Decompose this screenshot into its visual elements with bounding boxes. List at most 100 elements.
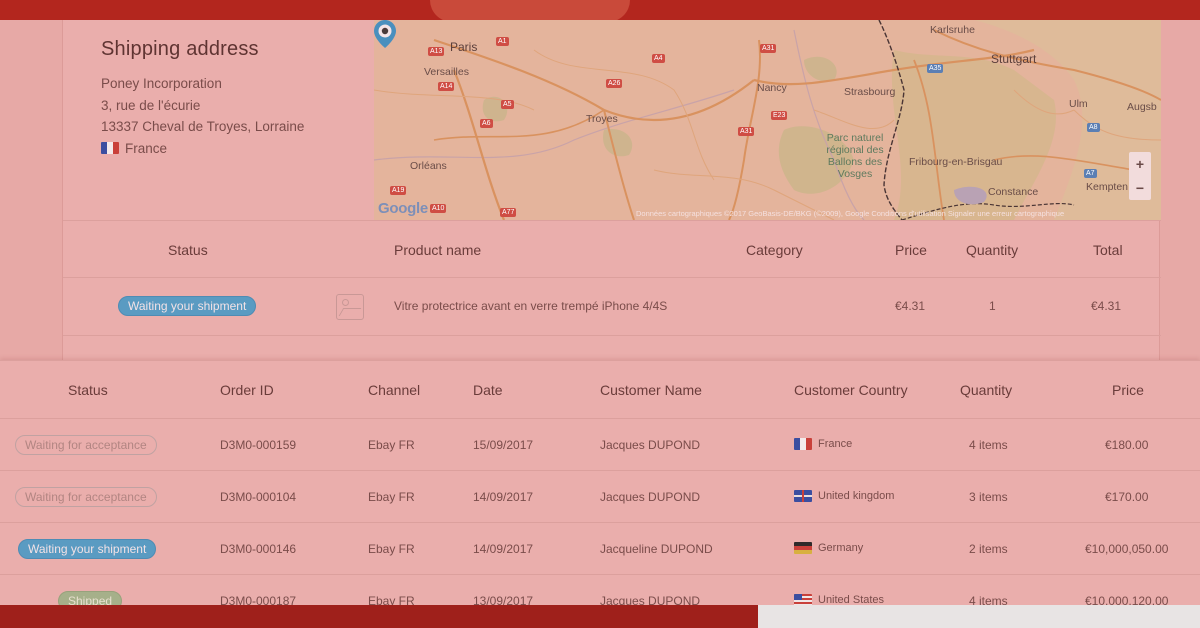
road-badge: A31 [738, 127, 755, 136]
product-price: €4.31 [895, 299, 926, 313]
france-flag-icon [794, 438, 812, 450]
map-label-constance: Constance [988, 186, 1039, 198]
product-table-header: Status Product name Category Price Quant… [63, 220, 1161, 278]
road-badge: A31 [760, 44, 777, 53]
order-quantity: 4 items [969, 438, 1008, 452]
table-row[interactable]: Waiting your shipment Vitre protectrice … [63, 278, 1161, 336]
address-street: 3, rue de l'écurie [101, 97, 201, 113]
road-badge: A7 [1084, 169, 1097, 178]
order-date: 14/09/2017 [473, 542, 534, 556]
order-quantity: 3 items [969, 490, 1008, 504]
order-price: €170.00 [1105, 490, 1149, 504]
table-row[interactable]: Shipped D3M0-000187 Ebay FR 13/09/2017 J… [0, 575, 1200, 605]
customer-country: France [794, 438, 852, 450]
shipping-address-title: Shipping address [101, 38, 259, 60]
col-status[interactable]: Status [168, 242, 208, 258]
status-badge: Waiting your shipment [118, 296, 257, 316]
table-row[interactable]: Waiting your shipment D3M0-000146 Ebay F… [0, 523, 1200, 575]
road-badge: A6 [480, 119, 493, 128]
address-city: 13337 Cheval de Troyes, Lorraine [101, 119, 305, 134]
map-label-paris: Paris [450, 40, 478, 54]
country-label: Germany [818, 542, 864, 554]
customer-name: Jacques DUPOND [600, 594, 701, 605]
map-label-orleans: Orléans [410, 160, 447, 172]
col-category[interactable]: Category [746, 242, 803, 258]
table-row[interactable]: Waiting for acceptance D3M0-000104 Ebay … [0, 471, 1200, 523]
customer-country: Germany [794, 542, 863, 554]
background-shape [430, 0, 630, 22]
order-id[interactable]: D3M0-000104 [220, 490, 296, 504]
background-top [0, 0, 1200, 22]
road-badge: E23 [771, 111, 788, 120]
table-row[interactable]: Waiting for acceptance D3M0-000159 Ebay … [0, 419, 1200, 471]
united-states-flag-icon [794, 594, 812, 605]
road-badge: A8 [1087, 123, 1100, 132]
shipping-address-block: Shipping address Poney Incorporation 3, … [101, 38, 371, 159]
col-price[interactable]: Price [895, 242, 927, 258]
product-name: Vitre protectrice avant en verre trempé … [394, 299, 668, 313]
order-date: 13/09/2017 [473, 594, 534, 605]
col-price[interactable]: Price [1112, 382, 1144, 398]
order-detail-card: Shipping address Poney Incorporation 3, … [62, 20, 1161, 360]
background-light-area [758, 604, 1200, 628]
order-channel: Ebay FR [368, 490, 415, 504]
order-id[interactable]: D3M0-000159 [220, 438, 296, 452]
france-flag-icon [101, 142, 119, 155]
road-badge: A4 [652, 54, 665, 63]
map-label-stuttgart: Stuttgart [991, 52, 1037, 66]
order-id[interactable]: D3M0-000187 [220, 594, 296, 605]
road-badge: A13 [428, 47, 445, 56]
orders-table: Status Order ID Channel Date Customer Na… [0, 360, 1200, 605]
status-badge: Waiting for acceptance [15, 487, 157, 507]
map-label-nancy: Nancy [757, 82, 787, 94]
map-label-versailles: Versailles [424, 66, 469, 78]
map-label-augsburg: Augsb [1127, 101, 1157, 113]
col-status[interactable]: Status [68, 382, 108, 398]
col-channel[interactable]: Channel [368, 382, 420, 398]
country-label: United kingdom [818, 490, 895, 502]
united-kingdom-flag-icon [794, 490, 812, 502]
image-placeholder-icon [336, 294, 364, 320]
map-pin-icon[interactable] [374, 20, 396, 48]
col-order-id[interactable]: Order ID [220, 382, 274, 398]
col-total[interactable]: Total [1093, 242, 1123, 258]
background-bottom [0, 604, 1200, 628]
order-channel: Ebay FR [368, 438, 415, 452]
product-quantity: 1 [989, 299, 996, 313]
col-quantity[interactable]: Quantity [966, 242, 1018, 258]
customer-name: Jacqueline DUPOND [600, 542, 713, 556]
road-badge: A26 [606, 79, 623, 88]
col-customer-country[interactable]: Customer Country [794, 382, 908, 398]
road-badge: A10 [430, 204, 447, 213]
order-id[interactable]: D3M0-000146 [220, 542, 296, 556]
country-label: France [818, 438, 853, 450]
col-date[interactable]: Date [473, 382, 503, 398]
order-price: €10,000,120.00 [1085, 594, 1169, 605]
germany-flag-icon [794, 542, 812, 554]
order-price: €180.00 [1105, 438, 1149, 452]
col-customer-name[interactable]: Customer Name [600, 382, 702, 398]
overlay-surface: Shipping address Poney Incorporation 3, … [0, 20, 1200, 605]
col-quantity[interactable]: Quantity [960, 382, 1012, 398]
google-logo: Google [378, 200, 428, 217]
map-credit[interactable]: Données cartographiques ©2017 GeoBasis-D… [636, 209, 1064, 218]
address-country: France [101, 138, 371, 160]
col-product-name[interactable]: Product name [394, 242, 481, 258]
customer-name: Jacques DUPOND [600, 438, 701, 452]
map-zoom-controls: + − [1129, 152, 1151, 200]
zoom-in-button[interactable]: + [1129, 152, 1151, 176]
map-label-ulm: Ulm [1069, 98, 1088, 110]
order-quantity: 2 items [969, 542, 1008, 556]
address-country-label: France [125, 140, 168, 156]
status-badge: Waiting your shipment [18, 539, 157, 559]
order-channel: Ebay FR [368, 594, 415, 605]
order-price: €10,000,050.00 [1085, 542, 1169, 556]
shipping-map[interactable]: Paris Versailles Orléans Troyes Nancy St… [374, 20, 1161, 220]
road-badge: A1 [496, 37, 509, 46]
order-channel: Ebay FR [368, 542, 415, 556]
address-company: Poney Incorporation [101, 76, 222, 91]
customer-country: United States [794, 594, 884, 605]
zoom-out-button[interactable]: − [1129, 176, 1151, 200]
customer-name: Jacques DUPOND [600, 490, 701, 504]
road-badge: A19 [390, 186, 407, 195]
